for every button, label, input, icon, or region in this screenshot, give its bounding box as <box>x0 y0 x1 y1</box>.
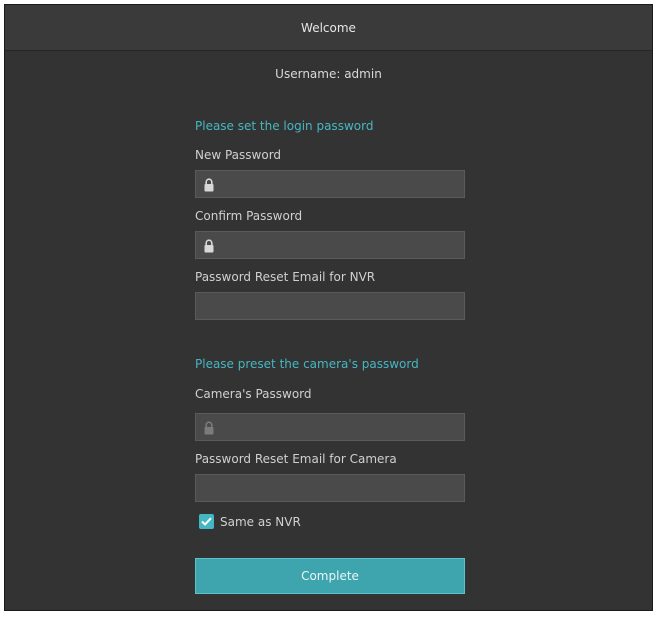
nvr-reset-email-input[interactable] <box>204 293 460 319</box>
same-as-nvr-checkbox-row[interactable]: Same as NVR <box>199 514 301 529</box>
new-password-field[interactable] <box>195 170 465 198</box>
nvr-reset-email-field[interactable] <box>195 292 465 320</box>
checkmark-icon <box>201 517 212 526</box>
login-password-section-title: Please set the login password <box>195 119 374 133</box>
dialog-title: Welcome <box>5 5 652 51</box>
same-as-nvr-checkbox[interactable] <box>199 514 214 529</box>
camera-password-input[interactable] <box>224 414 460 440</box>
lock-icon <box>204 239 214 253</box>
confirm-password-label: Confirm Password <box>195 209 303 223</box>
new-password-input[interactable] <box>224 171 460 197</box>
lock-icon <box>204 421 214 435</box>
camera-reset-email-field[interactable] <box>195 474 465 502</box>
complete-button[interactable]: Complete <box>195 558 465 594</box>
camera-reset-email-label: Password Reset Email for Camera <box>195 452 397 466</box>
confirm-password-input[interactable] <box>224 232 460 258</box>
camera-password-label: Camera's Password <box>195 387 312 401</box>
welcome-dialog: Welcome Username: admin Please set the l… <box>4 4 653 611</box>
new-password-label: New Password <box>195 148 282 162</box>
camera-password-section-title: Please preset the camera's password <box>195 357 419 371</box>
confirm-password-field[interactable] <box>195 231 465 259</box>
lock-icon <box>204 178 214 192</box>
same-as-nvr-label: Same as NVR <box>220 514 301 529</box>
camera-reset-email-input[interactable] <box>204 475 460 501</box>
username-text: Username: admin <box>275 67 382 81</box>
camera-password-field[interactable] <box>195 413 465 441</box>
nvr-reset-email-label: Password Reset Email for NVR <box>195 270 376 284</box>
